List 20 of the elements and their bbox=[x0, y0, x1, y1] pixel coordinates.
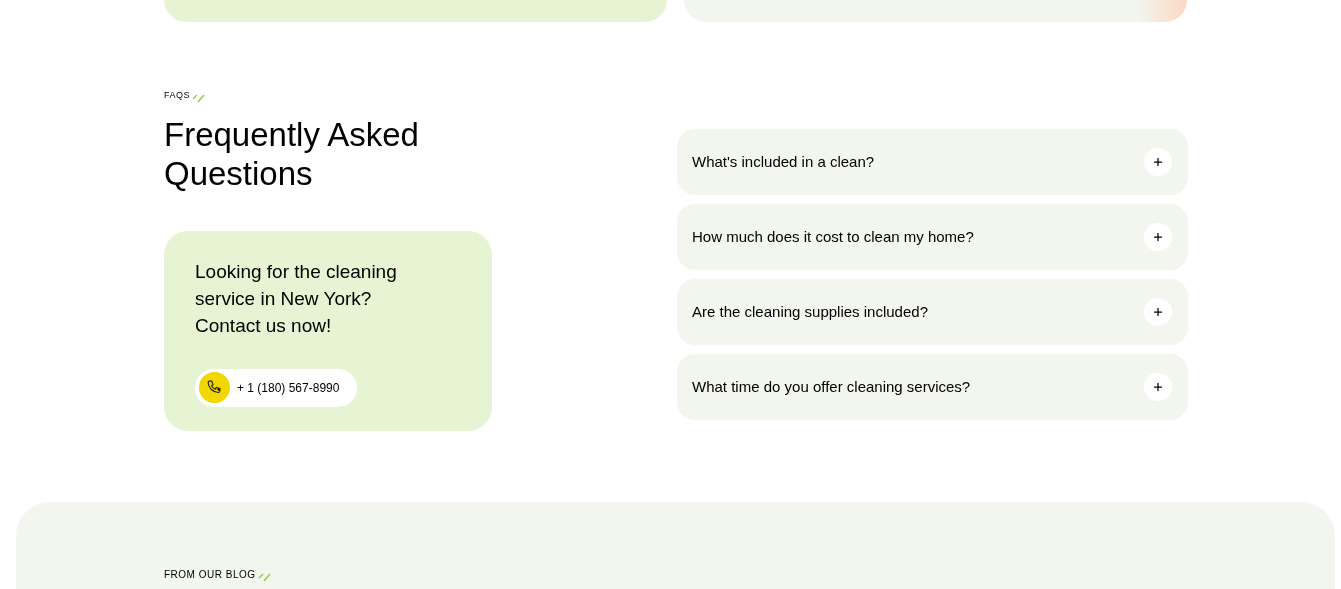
faq-item[interactable]: What's included in a clean? bbox=[677, 129, 1188, 195]
phone-icon bbox=[199, 372, 230, 403]
section-eyebrow: FAQS bbox=[164, 89, 190, 102]
slash-mark-icon bbox=[192, 92, 205, 103]
faq-item[interactable]: How much does it cost to clean my home? bbox=[677, 204, 1188, 270]
slash-mark-icon bbox=[257, 572, 271, 582]
plus-icon[interactable] bbox=[1144, 148, 1172, 176]
plus-icon[interactable] bbox=[1144, 223, 1172, 251]
faq-question: Are the cleaning supplies included? bbox=[692, 301, 928, 322]
section-heading: Frequently Asked Questions bbox=[164, 114, 420, 193]
contact-text: Looking for the cleaning service in New York? Contact us now! bbox=[195, 259, 398, 338]
faq-question: What time do you offer cleaning services? bbox=[692, 376, 971, 397]
faq-question: What's included in a clean? bbox=[692, 151, 875, 172]
plus-icon[interactable] bbox=[1144, 373, 1172, 401]
faq-question: How much does it cost to clean my home? bbox=[692, 226, 974, 247]
phone-link[interactable]: + 1 (180) 567-8990 bbox=[195, 368, 358, 407]
plus-icon[interactable] bbox=[1144, 298, 1172, 326]
faq-item[interactable]: What time do you offer cleaning services? bbox=[677, 354, 1188, 420]
section-eyebrow: FROM OUR BLOG bbox=[164, 568, 256, 582]
faq-item[interactable]: Are the cleaning supplies included? bbox=[677, 279, 1188, 345]
